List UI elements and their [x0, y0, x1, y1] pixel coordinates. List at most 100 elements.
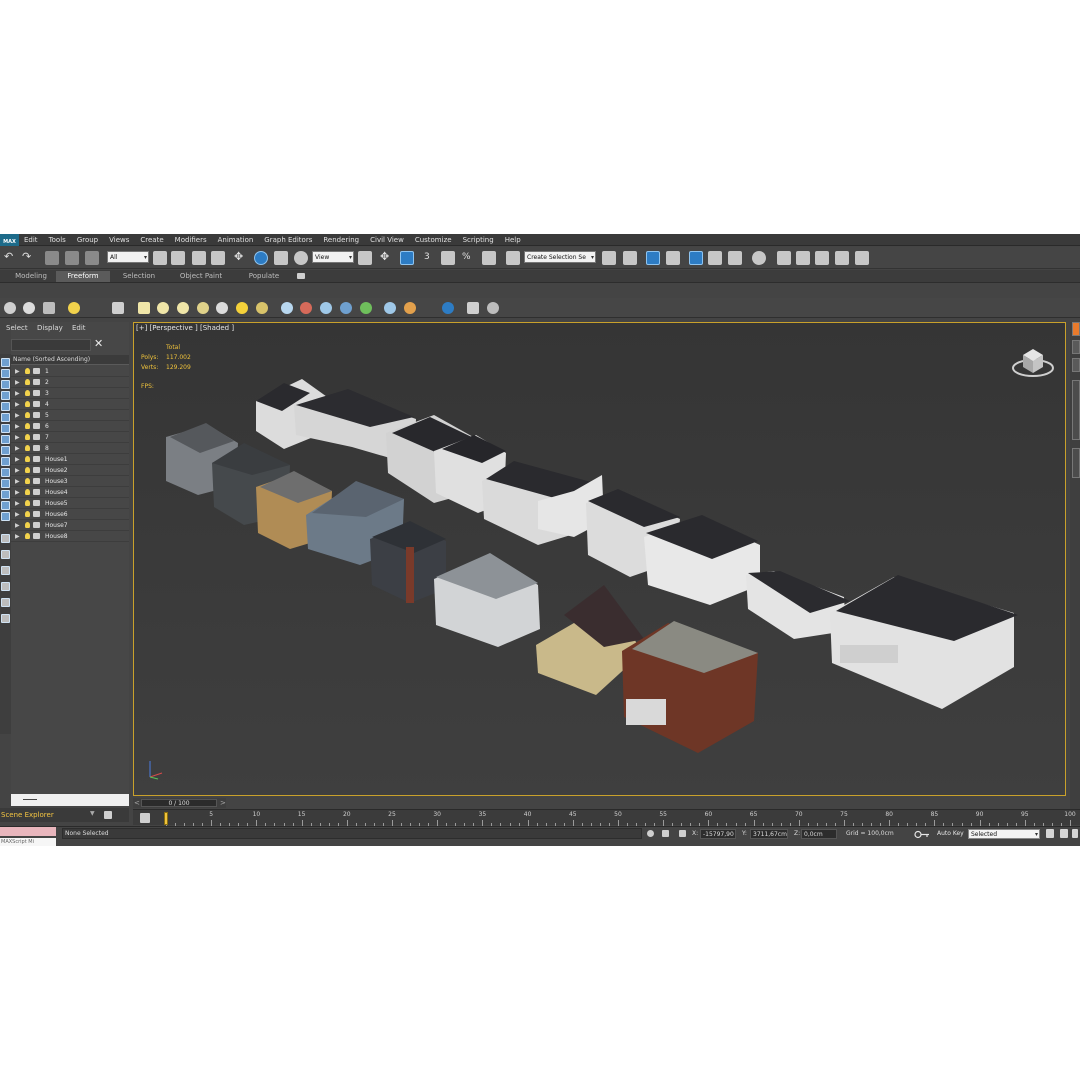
cloud-icon[interactable] [23, 302, 35, 314]
menu-graph-editors[interactable]: Graph Editors [264, 234, 312, 246]
camera-icon[interactable] [442, 302, 454, 314]
list-item[interactable]: ▶ House4 [11, 487, 129, 498]
list-item[interactable]: ▶ 8 [11, 443, 129, 454]
angle-snap-icon[interactable] [441, 251, 455, 265]
app-logo[interactable]: MAX [0, 234, 19, 246]
light-bulb-icon[interactable] [25, 522, 30, 528]
display-lights-icon[interactable] [1, 380, 10, 389]
menu-rendering[interactable]: Rendering [323, 234, 359, 246]
menu-help[interactable]: Help [505, 234, 521, 246]
se-menu-display[interactable]: Display [37, 324, 63, 332]
layer-explorer-icon[interactable] [666, 251, 680, 265]
light-bulb-icon[interactable] [25, 379, 30, 385]
auto-key-button[interactable]: Auto Key [937, 829, 964, 839]
light-bulb-icon[interactable] [25, 511, 30, 517]
display-containers-icon[interactable] [1, 457, 10, 466]
rendered-frame-window-icon[interactable] [796, 251, 810, 265]
viewport-label[interactable]: [+] [Perspective ] [Shaded ] [136, 324, 234, 332]
named-selection-dropdown[interactable]: Create Selection Se [524, 251, 596, 263]
scale-icon[interactable] [274, 251, 288, 265]
freeze-icon[interactable] [33, 478, 40, 484]
menu-edit[interactable]: Edit [24, 234, 38, 246]
sun-icon[interactable] [236, 302, 248, 314]
align-icon[interactable] [623, 251, 637, 265]
move-icon[interactable]: ✥ [234, 250, 243, 264]
torus-icon[interactable] [256, 302, 268, 314]
unlink-icon[interactable] [65, 251, 79, 265]
maxscript-input[interactable]: MAXScript Mi [0, 838, 56, 846]
helper-icon[interactable] [112, 302, 124, 314]
particle-icon[interactable] [281, 302, 293, 314]
tab-object-paint[interactable]: Object Paint [168, 271, 234, 282]
scroll-grip[interactable] [23, 799, 37, 800]
expand-arrow-icon[interactable]: ▶ [15, 389, 20, 398]
se-menu-select[interactable]: Select [6, 324, 28, 332]
redo-icon[interactable]: ↷ [22, 250, 31, 264]
previous-frame-icon[interactable] [1060, 829, 1068, 838]
expand-arrow-icon[interactable]: ▶ [15, 521, 20, 530]
list-item[interactable]: ▶ House2 [11, 465, 129, 476]
percent-snap-icon[interactable]: % [462, 250, 471, 264]
freeze-icon[interactable] [33, 445, 40, 451]
select-object-icon[interactable] [153, 251, 167, 265]
list-item[interactable]: ▶ House7 [11, 520, 129, 531]
foliage-icon[interactable] [360, 302, 372, 314]
render-production-icon[interactable] [815, 251, 829, 265]
display-groups-icon[interactable] [1, 424, 10, 433]
select-by-name-icon[interactable] [171, 251, 185, 265]
space-warp-icon[interactable] [320, 302, 332, 314]
bind-space-warp-icon[interactable] [85, 251, 99, 265]
mirror-icon[interactable] [602, 251, 616, 265]
sync-selection-icon[interactable] [1, 598, 10, 607]
expand-arrow-icon[interactable]: ▶ [15, 455, 20, 464]
key-icon[interactable] [914, 830, 930, 839]
filter-icon[interactable] [1, 582, 10, 591]
light-icon[interactable] [68, 302, 80, 314]
list-item[interactable]: ▶ House8 [11, 531, 129, 542]
light-bulb-icon[interactable] [25, 456, 30, 462]
display-xrefs-icon[interactable] [1, 435, 10, 444]
help-circle-icon[interactable] [487, 302, 499, 314]
go-to-start-icon[interactable] [1046, 829, 1054, 838]
list-item[interactable]: ▶ House5 [11, 498, 129, 509]
light-bulb-icon[interactable] [25, 390, 30, 396]
select-manipulate-icon[interactable]: ✥ [380, 250, 389, 264]
expand-arrow-icon[interactable]: ▶ [15, 400, 20, 409]
display-hidden-icon[interactable] [1, 479, 10, 488]
link-icon[interactable] [45, 251, 59, 265]
time-prev-arrow-icon[interactable]: < [134, 798, 140, 808]
menu-group[interactable]: Group [77, 234, 98, 246]
teapot-icon[interactable] [197, 302, 209, 314]
box-icon[interactable] [138, 302, 150, 314]
current-frame-marker[interactable] [164, 812, 168, 825]
children-icon[interactable] [1, 566, 10, 575]
time-slider-thumb[interactable]: 0 / 100 [141, 799, 217, 807]
panel-scroll[interactable] [1072, 380, 1080, 440]
close-icon[interactable]: ✕ [94, 338, 103, 350]
chevron-down-icon[interactable]: ▼ [90, 810, 95, 817]
cylinder-icon[interactable] [177, 302, 189, 314]
viewcube-icon[interactable] [1011, 343, 1055, 379]
system-icon[interactable] [340, 302, 352, 314]
freeze-icon[interactable] [33, 500, 40, 506]
freeze-icon[interactable] [33, 456, 40, 462]
display-cameras-icon[interactable] [1, 391, 10, 400]
maxscript-listener[interactable] [0, 827, 56, 836]
light-bulb-icon[interactable] [25, 423, 30, 429]
track-bar[interactable]: 5 10 15 20 25 30 35 40 45 50 55 60 65 70 75 80 85 90 95 100 [133, 809, 1080, 826]
expand-arrow-icon[interactable]: ▶ [15, 411, 20, 420]
tab-modeling[interactable]: Modeling [4, 271, 58, 282]
scene-search-input[interactable] [11, 339, 91, 351]
light-bulb-icon[interactable] [25, 401, 30, 407]
display-helpers-icon[interactable] [1, 402, 10, 411]
isolate-selection-icon[interactable] [647, 830, 654, 837]
list-item[interactable]: ▶ 1 [11, 366, 129, 377]
freeze-icon[interactable] [33, 423, 40, 429]
create-panel-icon[interactable] [1072, 322, 1080, 336]
render-in-cloud-icon[interactable] [835, 251, 849, 265]
display-frozen-icon[interactable] [1, 468, 10, 477]
scene-explorer-toggle-icon[interactable] [646, 251, 660, 265]
freeze-icon[interactable] [33, 522, 40, 528]
tab-freeform[interactable]: Freeform [56, 271, 110, 282]
freeze-icon[interactable] [33, 412, 40, 418]
